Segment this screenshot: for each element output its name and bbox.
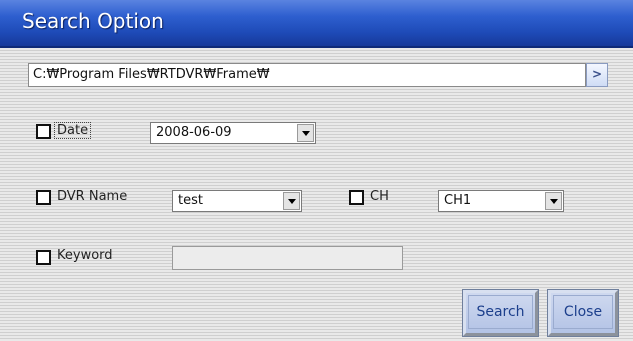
dvr-name-label: DVR Name: [57, 189, 128, 204]
ch-label: CH: [370, 189, 389, 204]
browse-button[interactable]: >: [586, 63, 608, 87]
search-button[interactable]: Search: [462, 289, 539, 337]
chevron-down-icon[interactable]: [297, 124, 314, 142]
title-bar: Search Option: [0, 0, 633, 48]
date-checkbox[interactable]: [36, 124, 51, 139]
ch-value: CH1: [444, 193, 472, 208]
date-combo[interactable]: 2008-06-09: [150, 122, 316, 144]
date-value: 2008-06-09: [156, 125, 232, 140]
chevron-down-icon[interactable]: [283, 192, 300, 210]
dvr-name-value: test: [178, 193, 203, 208]
path-field[interactable]: C:₩Program Files₩RTDVR₩Frame₩: [28, 63, 586, 87]
window-title: Search Option: [22, 9, 164, 33]
date-label: Date: [54, 122, 92, 139]
chevron-down-icon[interactable]: [545, 192, 562, 210]
keyword-label: Keyword: [57, 248, 113, 263]
ch-checkbox[interactable]: [349, 190, 364, 205]
ch-combo[interactable]: CH1: [438, 190, 564, 212]
keyword-input[interactable]: [172, 246, 403, 270]
close-button[interactable]: Close: [547, 289, 619, 337]
keyword-checkbox[interactable]: [36, 250, 51, 265]
search-button-label: Search: [468, 295, 533, 329]
dvr-name-checkbox[interactable]: [36, 190, 51, 205]
close-button-label: Close: [553, 295, 613, 329]
dvr-name-combo[interactable]: test: [172, 190, 302, 212]
